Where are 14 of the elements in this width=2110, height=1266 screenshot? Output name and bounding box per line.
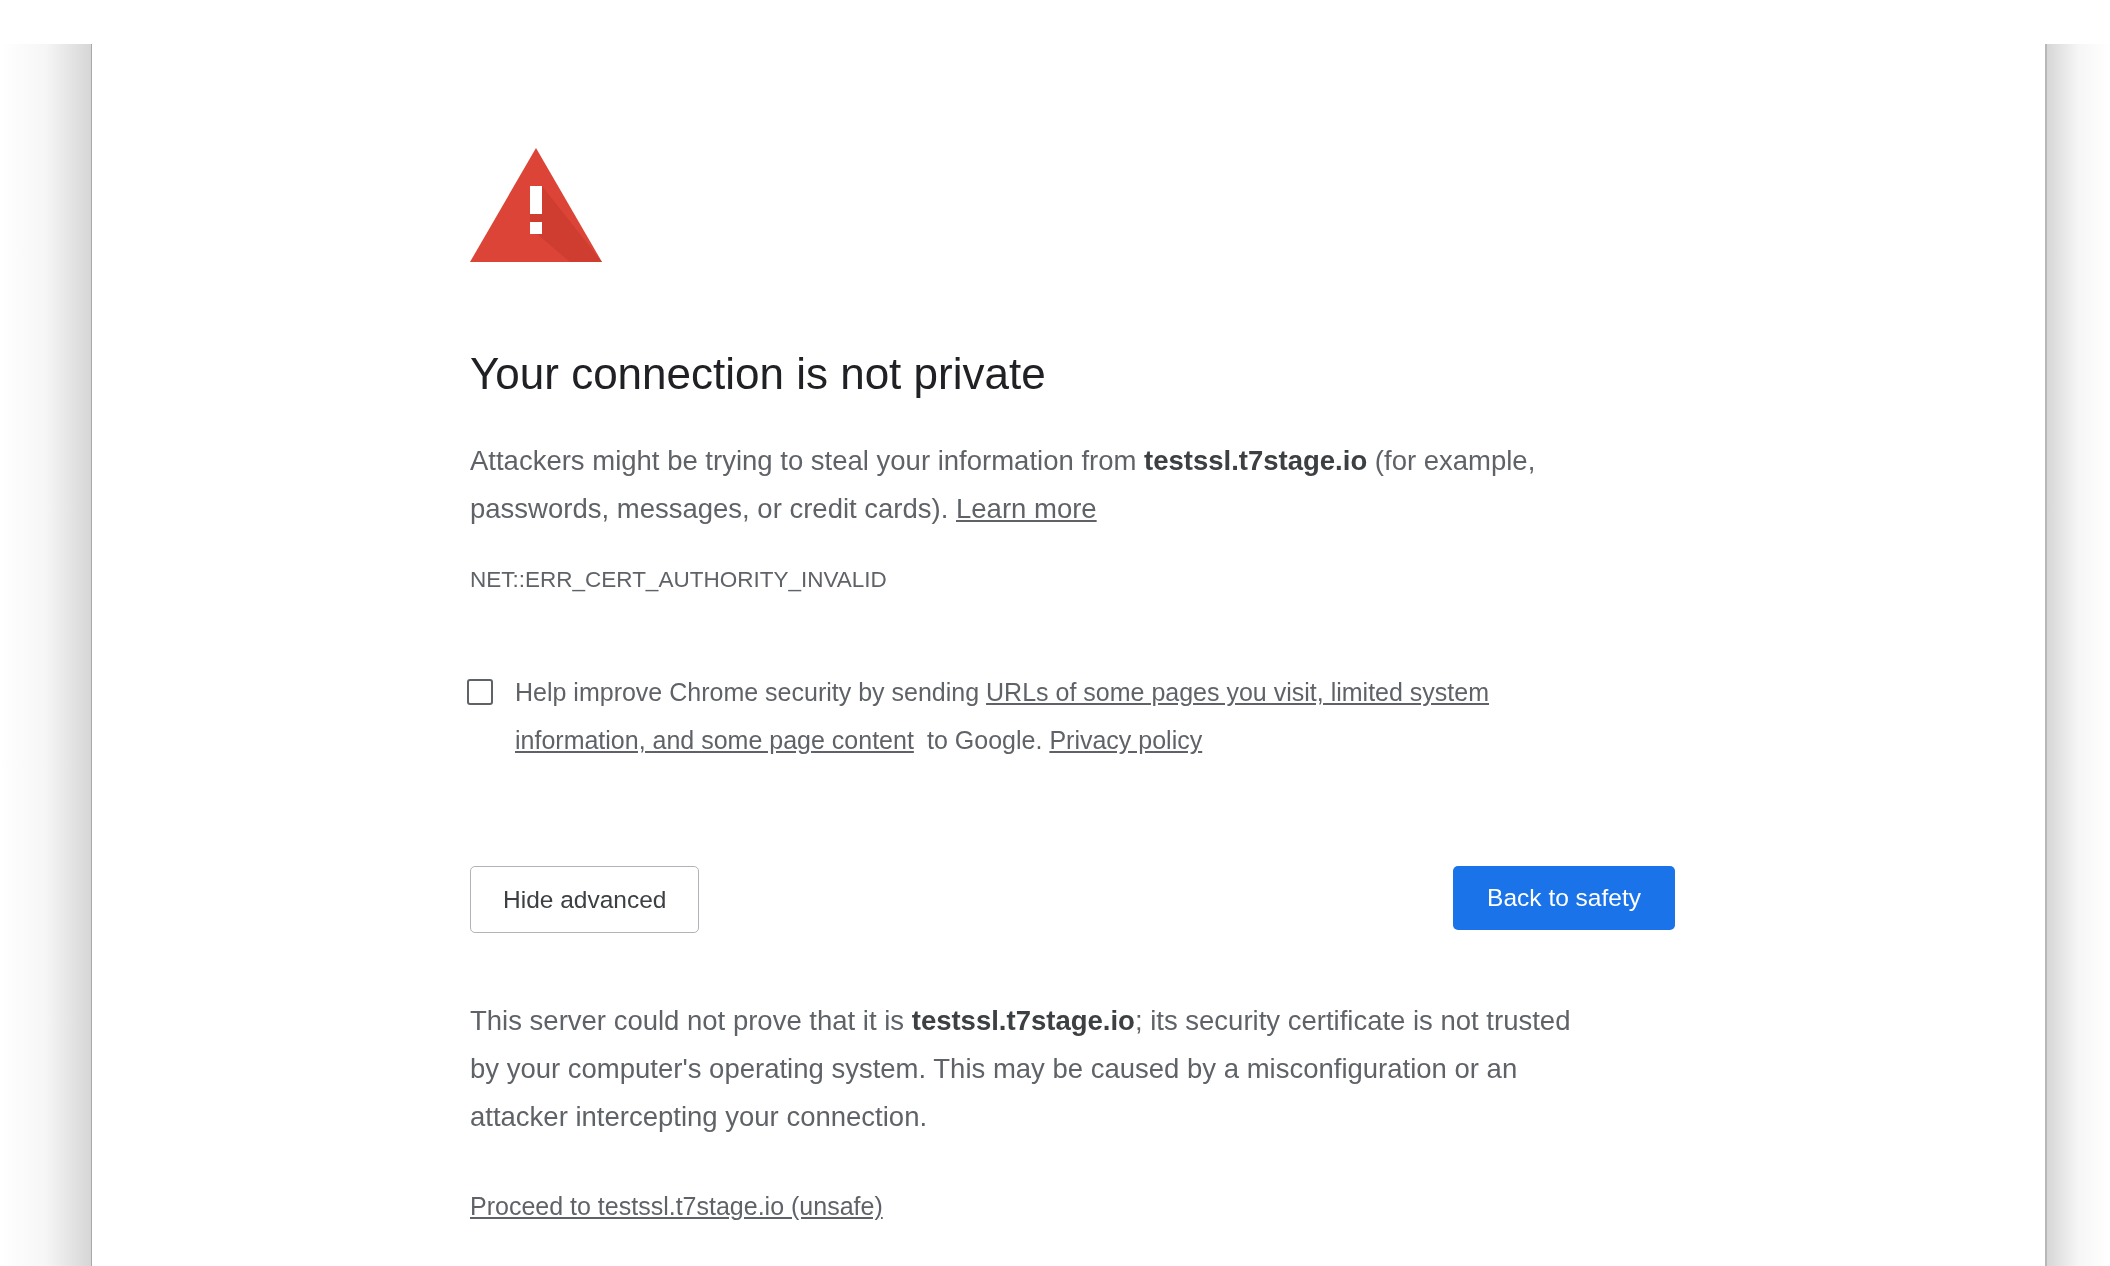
page-heading: Your connection is not private (470, 348, 1047, 400)
report-checkbox[interactable] (467, 679, 493, 705)
inline-link[interactable]: URLs of some pages you visit, limited system (986, 675, 1489, 709)
proceed-link[interactable]: Proceed to testssl.t7stage.io (unsafe) (470, 1191, 883, 1221)
hide-advanced-button[interactable]: Hide advanced (470, 866, 700, 933)
report-option-text: Help improve Chrome security by sending URLs of some pages you visit, limited system information, and some page content to Google. Privacy policy (515, 668, 1525, 764)
error-code: NET::ERR_CERT_AUTHORITY_INVALID (470, 566, 888, 594)
warning-description: Attackers might be trying to steal your information from testssl.t7stage.io (for example, passwords, messages, or credit cards). Learn more (470, 444, 1537, 526)
back-to-safety-button[interactable]: Back to safety (1453, 866, 1675, 930)
inline-link[interactable]: Privacy policy (1049, 723, 1203, 757)
inline-link[interactable]: Learn more (956, 493, 1097, 524)
warning-icon (470, 148, 602, 262)
details-text: This server could not prove that it is testssl.t7stage.io; its security certificate is not trusted by your computer's operating system. This may be caused by a misconfiguration or an attacker intercepting your connection. (470, 1004, 1572, 1134)
inline-link[interactable]: information, and some page content (515, 723, 914, 757)
